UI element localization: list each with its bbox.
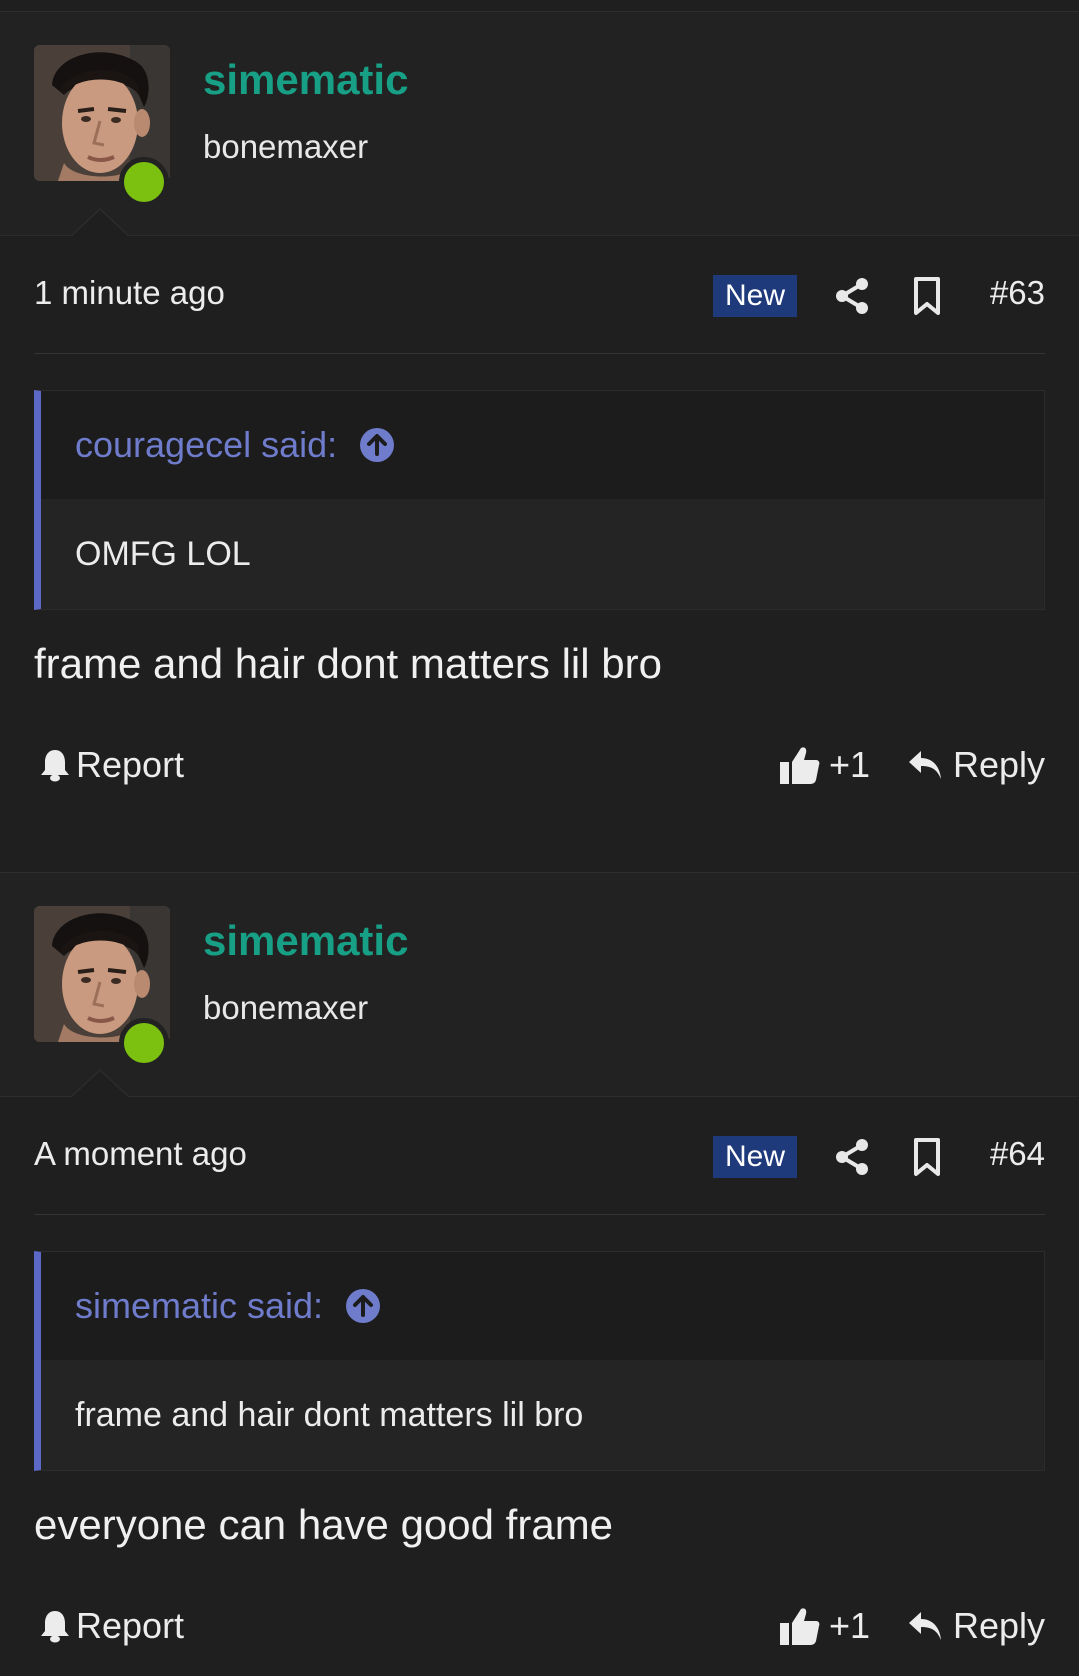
bookmark-icon[interactable] xyxy=(912,276,942,316)
user-header: simematic bonemaxer xyxy=(0,873,1079,1098)
like-count: +1 xyxy=(829,744,871,785)
quote-header: simematic said: xyxy=(41,1252,1044,1360)
like-count: +1 xyxy=(829,1605,871,1646)
bell-icon xyxy=(41,750,69,782)
user-title: bonemaxer xyxy=(203,128,369,165)
post-actions: Report +1 Reply xyxy=(34,1553,1045,1676)
reply-icon xyxy=(908,751,941,779)
reply-label: Reply xyxy=(952,744,1045,785)
reply-button[interactable]: Reply xyxy=(907,744,1045,786)
thumbs-up-icon xyxy=(780,747,820,784)
quote-block: simematic said: frame and hair dont matt… xyxy=(34,1251,1045,1471)
post-64: simematic bonemaxer A moment ago New #64 xyxy=(0,872,1079,1676)
quote-header: couragecel said: xyxy=(41,391,1044,499)
post-number[interactable]: #63 xyxy=(990,274,1045,312)
top-divider xyxy=(0,0,1079,12)
report-button[interactable]: Report xyxy=(40,1605,184,1647)
reply-label: Reply xyxy=(952,1605,1045,1646)
reply-icon xyxy=(908,1612,941,1640)
reply-button[interactable]: Reply xyxy=(907,1605,1045,1647)
post-63: simematic bonemaxer 1 minute ago New #63 xyxy=(0,12,1079,842)
post-body: A moment ago New #64 simematic said: fra… xyxy=(0,1097,1079,1676)
post-message: everyone can have good frame xyxy=(34,1501,614,1548)
username[interactable]: simematic xyxy=(203,917,408,965)
bookmark-icon[interactable] xyxy=(912,1137,942,1177)
quote-author[interactable]: simematic said: xyxy=(75,1285,323,1327)
thread-page: simematic bonemaxer 1 minute ago New #63 xyxy=(0,0,1079,1676)
post-number[interactable]: #64 xyxy=(990,1135,1045,1173)
share-icon[interactable] xyxy=(834,276,870,316)
post-timestamp[interactable]: 1 minute ago xyxy=(34,274,225,312)
arrow-up-circle-icon[interactable] xyxy=(359,427,395,463)
post-meta-bar: 1 minute ago New #63 xyxy=(34,236,1045,354)
user-header: simematic bonemaxer xyxy=(0,12,1079,237)
online-status-indicator xyxy=(119,157,169,207)
like-button[interactable]: +1 xyxy=(779,744,870,786)
quote-author[interactable]: couragecel said: xyxy=(75,424,337,466)
quote-block: couragecel said: OMFG LOL xyxy=(34,390,1045,610)
report-label: Report xyxy=(76,1605,185,1646)
arrow-up-circle-icon[interactable] xyxy=(345,1288,381,1324)
bell-icon xyxy=(41,1611,69,1643)
new-badge: New xyxy=(713,275,797,317)
post-actions: Report +1 Reply xyxy=(34,692,1045,842)
post-message: frame and hair dont matters lil bro xyxy=(34,640,662,687)
like-button[interactable]: +1 xyxy=(779,1605,870,1647)
new-badge: New xyxy=(713,1136,797,1178)
user-title: bonemaxer xyxy=(203,989,369,1026)
report-button[interactable]: Report xyxy=(40,744,184,786)
user-caret xyxy=(70,208,130,237)
quote-content: frame and hair dont matters lil bro xyxy=(41,1360,1044,1470)
thumbs-up-icon xyxy=(780,1608,820,1645)
post-meta-bar: A moment ago New #64 xyxy=(34,1097,1045,1215)
post-timestamp[interactable]: A moment ago xyxy=(34,1135,247,1173)
post-body: 1 minute ago New #63 couragecel said: OM… xyxy=(0,236,1079,842)
report-label: Report xyxy=(76,744,185,785)
user-caret xyxy=(70,1069,130,1098)
username[interactable]: simematic xyxy=(203,56,408,104)
share-icon[interactable] xyxy=(834,1137,870,1177)
online-status-indicator xyxy=(119,1018,169,1068)
quote-content: OMFG LOL xyxy=(41,499,1044,609)
